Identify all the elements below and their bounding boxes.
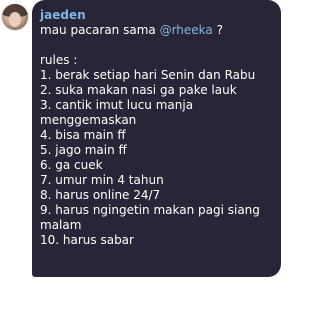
avatar-face bbox=[9, 12, 21, 27]
rule-line: 2. suka makan nasi ga pake lauk bbox=[40, 83, 237, 97]
message-first-line: mau pacaran sama @rheeka ? bbox=[40, 23, 271, 38]
rule-line: 6. ga cuek bbox=[40, 158, 103, 172]
rule-line: menggemaskan bbox=[40, 113, 137, 127]
message-bubble: jaeden mau pacaran sama @rheeka ? rules … bbox=[32, 0, 281, 277]
rule-line: 8. harus online 24/7 bbox=[40, 188, 161, 202]
rule-line: 9. harus ngingetin makan pagi siang bbox=[40, 203, 260, 217]
rule-line: malam bbox=[40, 218, 82, 232]
chat-screen: jaeden mau pacaran sama @rheeka ? rules … bbox=[0, 0, 283, 320]
rule-line: 3. cantik imut lucu manja bbox=[40, 98, 194, 112]
message-first-line-prefix: mau pacaran sama bbox=[40, 23, 160, 37]
rule-line: 4. bisa main ff bbox=[40, 128, 126, 142]
mention-link[interactable]: @rheeka bbox=[160, 23, 213, 37]
message-author[interactable]: jaeden bbox=[40, 7, 271, 23]
avatar[interactable] bbox=[2, 4, 28, 30]
rules-title: rules : bbox=[40, 53, 78, 67]
rule-line: 7. umur min 4 tahun bbox=[40, 173, 164, 187]
rule-line: 1. berak setiap hari Senin dan Rabu bbox=[40, 68, 256, 82]
rule-line: 5. jago main ff bbox=[40, 143, 127, 157]
message-text: mau pacaran sama @rheeka ? rules : 1. be… bbox=[40, 23, 271, 248]
message-first-line-suffix: ? bbox=[212, 23, 223, 37]
rule-line: 10. harus sabar bbox=[40, 233, 134, 247]
